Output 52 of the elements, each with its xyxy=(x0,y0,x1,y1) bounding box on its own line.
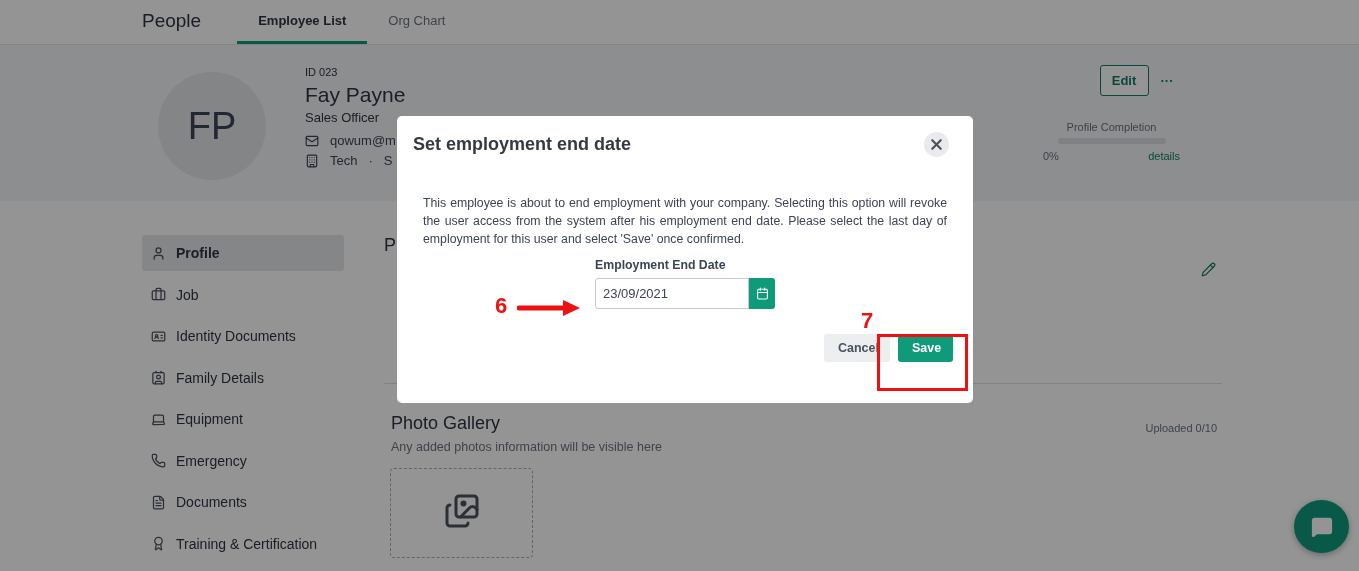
sidebar-item[interactable]: Documents xyxy=(142,484,344,520)
sidebar-item[interactable]: Equipment xyxy=(142,401,344,437)
sidebar-item[interactable]: Emergency xyxy=(142,442,344,479)
building-icon xyxy=(305,153,319,168)
person-icon xyxy=(151,245,166,261)
job-title: Sales Officer xyxy=(305,110,381,125)
step-number: 6 xyxy=(495,293,508,319)
email-text: qowum@m xyxy=(330,133,396,148)
calendar-icon xyxy=(755,287,769,300)
phone-icon xyxy=(151,453,166,468)
upload-count: Uploaded 0/10 xyxy=(1145,422,1217,434)
section-heading: P xyxy=(384,235,396,256)
calendar-button[interactable] xyxy=(749,278,775,309)
sidebar-item[interactable]: Job xyxy=(142,276,344,313)
location-text: S xyxy=(383,153,393,168)
avatar: FP xyxy=(158,72,266,180)
medal-icon xyxy=(151,536,166,551)
completion-percent: 0% xyxy=(1043,150,1059,162)
employee-id: ID 023 xyxy=(305,66,339,78)
step-number: 7 xyxy=(861,308,874,334)
id-card-icon xyxy=(151,328,166,344)
field-label: Employment End Date xyxy=(595,258,727,272)
gallery-subtitle: Any added photos information will be visible here xyxy=(390,439,663,454)
app-title: People xyxy=(142,10,202,32)
details-link[interactable]: details xyxy=(1148,150,1180,162)
chat-icon xyxy=(1310,515,1333,538)
edit-button[interactable]: Edit xyxy=(1099,65,1149,96)
more-menu[interactable]: ··· xyxy=(1160,73,1174,88)
edit-pencil-icon[interactable] xyxy=(1201,262,1216,277)
employee-name: Fay Payne xyxy=(305,83,406,107)
photo-upload-area[interactable] xyxy=(390,468,533,558)
close-icon xyxy=(928,136,945,153)
dialog-title: Set employment end date xyxy=(413,134,632,155)
close-button[interactable] xyxy=(924,132,949,157)
nav-tab[interactable]: Org Chart xyxy=(367,13,467,44)
briefcase-icon xyxy=(151,287,166,302)
mail-icon xyxy=(305,133,319,148)
sidebar-item[interactable]: Profile xyxy=(142,235,344,271)
gallery-title: Photo Gallery xyxy=(391,413,501,434)
completion-label: Profile Completion xyxy=(1066,121,1157,133)
department-text: Tech xyxy=(330,153,358,168)
laptop-icon xyxy=(151,411,166,427)
document-icon xyxy=(151,494,166,510)
contact-card-icon xyxy=(151,370,166,385)
date-input[interactable]: 23/09/2021 xyxy=(595,278,749,309)
chat-button[interactable] xyxy=(1294,500,1349,553)
sidebar-item[interactable]: Identity Documents xyxy=(142,318,344,354)
dialog-message: This employee is about to end employment with your company. Selecting this option will revoke the user access from the system after his employment end date. Please select the last day of employment for this user and select 'Save' once confirmed. xyxy=(423,195,947,248)
sidebar-item[interactable]: Family Details xyxy=(142,359,344,396)
images-icon xyxy=(443,493,480,529)
separator-dot: · xyxy=(368,153,373,168)
sidebar-item[interactable]: Training & Certification xyxy=(142,525,344,562)
